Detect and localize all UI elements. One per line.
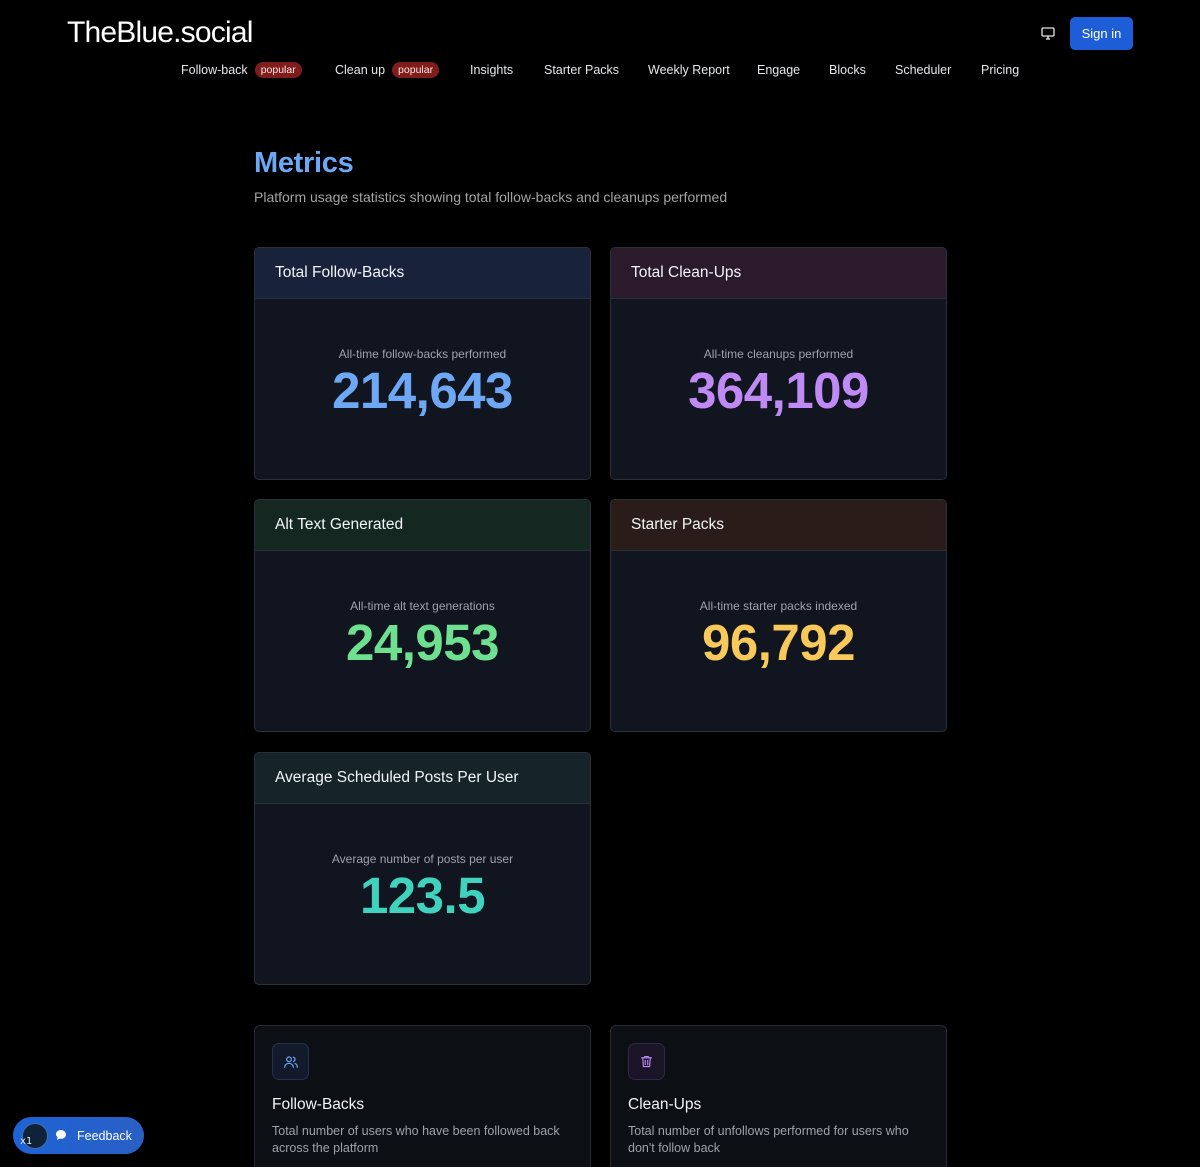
metric-card-value: 364,109 bbox=[688, 362, 869, 419]
metric-card-starter-packs: Starter Packs All-time starter packs ind… bbox=[610, 499, 947, 732]
metric-card-label: All-time follow-backs performed bbox=[338, 347, 507, 361]
metric-card-value: 24,953 bbox=[346, 614, 500, 671]
feature-card-follow-backs: Follow-Backs Total number of users who h… bbox=[254, 1025, 591, 1167]
nav-item-label: Follow-back bbox=[181, 63, 248, 77]
feature-card-description: Total number of unfollows performed for … bbox=[628, 1124, 909, 1155]
nav-item-scheduler[interactable]: Scheduler bbox=[895, 60, 951, 80]
popular-badge: popular bbox=[254, 62, 302, 78]
site-logo[interactable]: TheBlue.social bbox=[67, 16, 253, 50]
nav-item-engage[interactable]: Engage bbox=[757, 60, 800, 80]
main-nav: Follow-back popular Clean up popular Ins… bbox=[0, 60, 1200, 80]
monitor-icon bbox=[1041, 26, 1055, 40]
feature-card-title: Clean-Ups bbox=[628, 1096, 702, 1113]
nav-item-follow-back[interactable]: Follow-back popular bbox=[181, 60, 302, 80]
feature-card-description: Total number of users who have been foll… bbox=[272, 1124, 560, 1155]
feature-card-clean-ups: Clean-Ups Total number of unfollows perf… bbox=[610, 1025, 947, 1167]
metric-card-title: Alt Text Generated bbox=[255, 500, 590, 551]
nav-item-clean-up[interactable]: Clean up popular bbox=[335, 60, 440, 80]
metric-card-title: Average Scheduled Posts Per User bbox=[255, 753, 590, 804]
theme-toggle-button[interactable] bbox=[1036, 22, 1060, 44]
feature-card-title: Follow-Backs bbox=[272, 1096, 365, 1113]
feedback-button[interactable]: Feedback bbox=[13, 1117, 144, 1154]
metric-card-clean-ups: Total Clean-Ups All-time cleanups perfor… bbox=[610, 247, 947, 480]
nav-item-insights[interactable]: Insights bbox=[470, 60, 513, 80]
nav-item-weekly-report[interactable]: Weekly Report bbox=[648, 60, 730, 80]
nav-item-label: Clean up bbox=[335, 63, 386, 77]
nav-item-pricing[interactable]: Pricing bbox=[981, 60, 1019, 80]
metric-card-label: All-time alt text generations bbox=[350, 599, 495, 613]
site-header: TheBlue.social Sign in Follow-back popul… bbox=[0, 0, 1200, 90]
metric-card-title: Starter Packs bbox=[611, 500, 946, 551]
page-subtitle: Platform usage statistics showing total … bbox=[254, 189, 728, 205]
metric-card-value: 96,792 bbox=[702, 614, 856, 671]
metric-card-title: Total Clean-Ups bbox=[611, 248, 946, 299]
trash-icon bbox=[640, 1055, 653, 1068]
metric-card-alt-text: Alt Text Generated All-time alt text gen… bbox=[254, 499, 591, 732]
users-icon bbox=[283, 1055, 298, 1068]
metric-card-label: All-time starter packs indexed bbox=[699, 599, 858, 613]
metric-card-value: 214,643 bbox=[332, 362, 513, 419]
feature-icon-box bbox=[272, 1043, 309, 1080]
feedback-label: Feedback bbox=[77, 1128, 132, 1143]
metric-card-label: Average number of posts per user bbox=[331, 852, 514, 866]
metric-card-label: All-time cleanups performed bbox=[703, 347, 854, 361]
chat-bubble-icon bbox=[56, 1130, 66, 1140]
metric-card-title: Total Follow-Backs bbox=[255, 248, 590, 299]
metric-card-scheduled-posts: Average Scheduled Posts Per User Average… bbox=[254, 752, 591, 985]
nav-item-starter-packs[interactable]: Starter Packs bbox=[544, 60, 619, 80]
zoom-tag: x1 bbox=[20, 1136, 33, 1147]
popular-badge: popular bbox=[392, 62, 440, 78]
sign-in-button[interactable]: Sign in bbox=[1070, 17, 1133, 50]
nav-item-blocks[interactable]: Blocks bbox=[829, 60, 866, 80]
page-title: Metrics bbox=[254, 147, 354, 179]
metric-card-follow-backs: Total Follow-Backs All-time follow-backs… bbox=[254, 247, 591, 480]
metric-card-value: 123.5 bbox=[359, 867, 486, 924]
feature-icon-box bbox=[628, 1043, 665, 1080]
